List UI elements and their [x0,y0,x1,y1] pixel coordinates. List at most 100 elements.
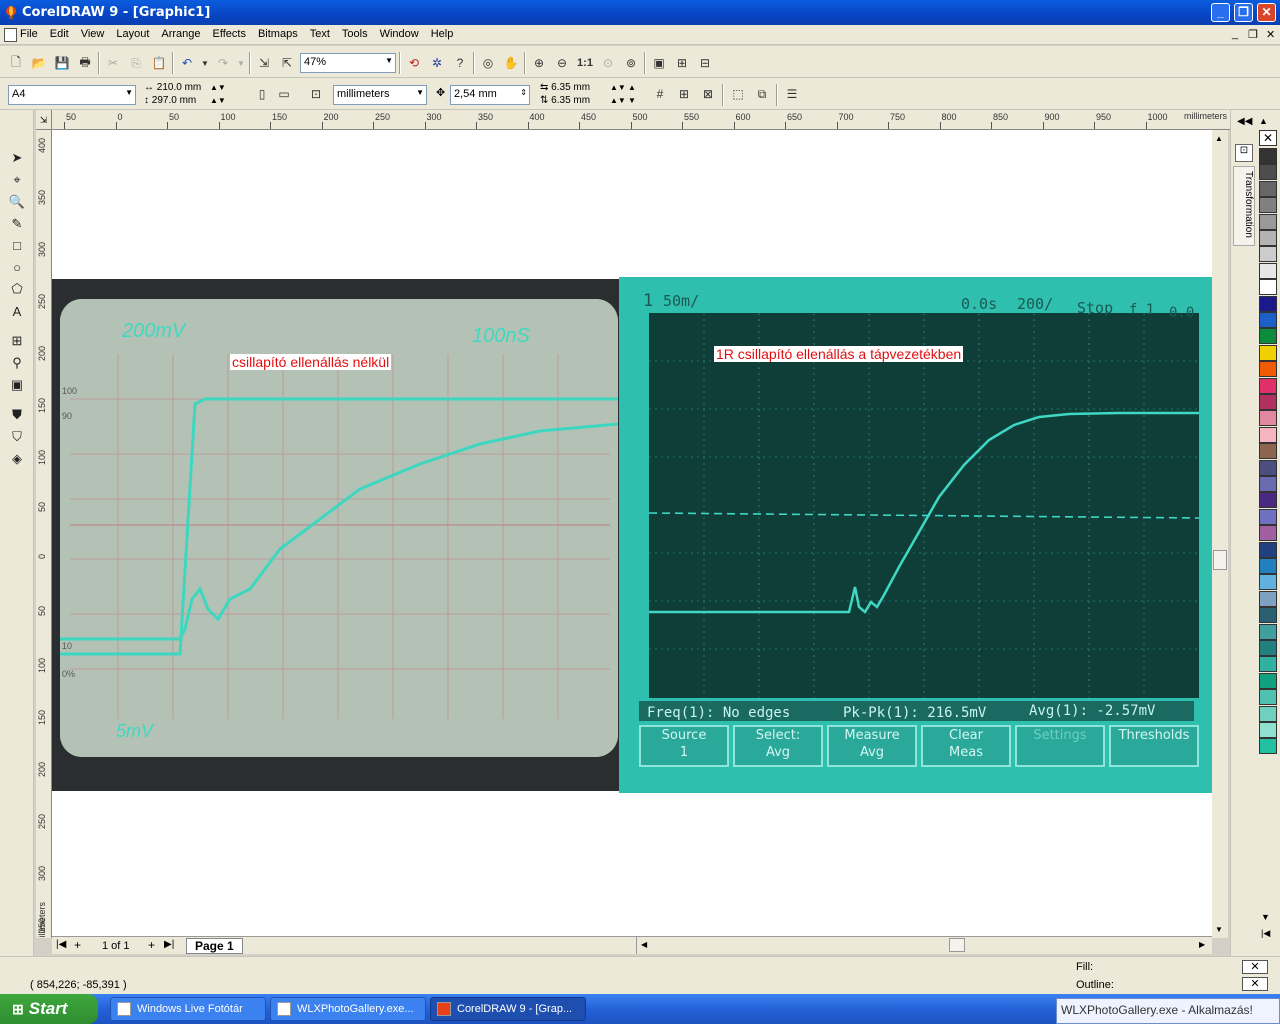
menu-arrange[interactable]: Arrange [161,28,200,40]
rectangle-tool-icon[interactable]: □ [6,235,28,255]
color-swatch[interactable] [1259,295,1277,312]
color-swatch[interactable] [1259,623,1277,640]
dup-x-field[interactable]: 6.35 mm [551,82,590,93]
task-wlx-exe[interactable]: WLXPhotoGallery.exe... [270,997,426,1021]
corel-app-launcher-icon[interactable]: ⟲ [404,53,424,73]
palette-expand-icon[interactable]: |◀ [1261,928,1270,939]
dup-spinners[interactable]: ▲▼ ▲ ▲▼ ▼ [610,81,636,107]
eyedropper-tool-icon[interactable]: ⚲ [6,353,28,373]
whats-this-icon[interactable]: ? [450,53,470,73]
wireframe-icon[interactable]: ◎ [478,53,498,73]
color-swatch[interactable] [1259,213,1277,230]
print-icon[interactable]: 🖶 [75,53,95,73]
edit-across-layers-icon[interactable]: ⧉ [752,84,772,104]
close-button[interactable]: ✕ [1257,3,1276,22]
scroll-down-icon[interactable]: ▼ [1215,925,1223,934]
color-swatch[interactable] [1259,312,1277,328]
last-page-icon[interactable]: ▶| [164,939,174,950]
horizontal-ruler[interactable]: 50 0 50 100 150 200 250 300 350 400 450 500 550 600 65… [36,110,1230,130]
color-swatch[interactable] [1259,738,1277,755]
zoom-selected-icon[interactable]: ⊙ [598,53,618,73]
zoom-tool-icon[interactable]: 🔍 [6,192,28,212]
transformation-tab[interactable]: Transformation [1233,166,1255,246]
paper-width-field[interactable]: 210.0 mm [157,82,201,93]
facing-pages-icon[interactable]: ⊡ [306,84,326,104]
color-swatch[interactable] [1259,590,1277,607]
menu-effects[interactable]: Effects [213,28,246,40]
zoom-out-icon[interactable]: ⊖ [552,53,572,73]
snap-objects-icon[interactable]: ⊠ [698,84,718,104]
color-swatch[interactable] [1259,656,1277,673]
paper-size-combo[interactable]: A4 ▼ [8,85,136,105]
softkey-source[interactable]: Source 1 [639,725,729,767]
treat-as-filled-icon[interactable]: ⬚ [728,84,748,104]
menu-tools[interactable]: Tools [342,28,368,40]
collapse-docker-icon[interactable]: ◀◀ [1237,116,1252,127]
first-page-icon[interactable]: |◀ [56,939,66,950]
redo-dropdown-icon[interactable]: ▼ [236,53,246,73]
caption-right[interactable]: 1R csillapító ellenállás a tápvezetékben [714,346,964,362]
undo-icon[interactable]: ↶ [177,53,197,73]
scroll-up-icon[interactable]: ▲ [1215,134,1223,143]
freehand-tool-icon[interactable]: ✎ [6,214,28,234]
ruler-origin-icon[interactable]: ⇲ [36,110,52,130]
color-swatch[interactable] [1259,640,1277,656]
color-swatch[interactable] [1259,722,1277,738]
color-swatch[interactable] [1259,459,1277,476]
add-page-after-icon[interactable]: + [148,938,155,952]
nudge-field[interactable]: 2,54 mm ⇕ [450,85,530,105]
softkey-thresholds[interactable]: Thresholds [1109,725,1199,767]
zoom-height-icon[interactable]: ⊟ [695,53,715,73]
color-swatch[interactable] [1259,148,1277,164]
zoom-combo[interactable]: 47% ▼ [300,53,396,73]
dup-y-field[interactable]: 6.35 mm [551,95,590,106]
interactive-transparency-tool-icon[interactable]: ◈ [6,449,28,469]
color-swatch[interactable] [1259,197,1277,214]
save-icon[interactable]: 💾 [52,53,72,73]
softkey-select[interactable]: Select: Avg [733,725,823,767]
fill-tool-icon[interactable]: ⛊ [6,405,28,425]
zoom-all-icon[interactable]: ⊚ [621,53,641,73]
maximize-button[interactable]: ❐ [1234,3,1253,22]
color-swatch[interactable] [1259,705,1277,722]
color-swatch[interactable] [1259,328,1277,345]
color-swatch[interactable] [1259,492,1277,509]
horizontal-scrollbar[interactable]: ◀ ▶ [636,937,1212,954]
add-page-before-icon[interactable]: + [74,938,81,952]
pick-tool-icon[interactable]: ➤ [6,148,28,168]
document-icon[interactable] [4,28,17,42]
menu-bitmaps[interactable]: Bitmaps [258,28,298,40]
color-swatch[interactable] [1259,525,1277,542]
menu-text[interactable]: Text [310,28,330,40]
notification-balloon[interactable]: WLXPhotoGallery.exe - Alkalmazás! [1056,998,1280,1024]
vertical-scroll-thumb[interactable] [1213,550,1227,570]
hand-pan-icon[interactable]: ✋ [501,53,521,73]
redo-icon[interactable]: ↷ [213,53,233,73]
interactive-blend-tool-icon[interactable]: ⊞ [6,331,28,351]
color-swatch[interactable] [1259,574,1277,591]
task-coreldraw[interactable]: CorelDRAW 9 - [Grap... [430,997,586,1021]
export-icon[interactable]: ⇱ [277,53,297,73]
options-icon[interactable]: ☰ [782,84,802,104]
color-swatch[interactable] [1259,672,1277,689]
menu-window[interactable]: Window [380,28,419,40]
snap-grid-icon[interactable]: # [650,84,670,104]
caption-left[interactable]: csillapító ellenállás nélkül [230,354,392,370]
doc-minimize-icon[interactable]: _ [1232,28,1238,40]
color-swatch[interactable] [1259,558,1277,574]
dimension-spinners[interactable]: ▲▼ ▲▼ [210,81,226,107]
color-swatch[interactable] [1259,541,1277,558]
vertical-scrollbar[interactable]: ▲ ▼ [1212,130,1228,938]
actual-size-icon[interactable]: 1:1 [575,53,595,73]
vertical-ruler[interactable]: 400 350 300 250 200 150 100 50 0 50 100 150 200 250 30… [36,130,52,938]
color-swatch[interactable] [1259,607,1277,624]
polygon-tool-icon[interactable]: ⬠ [6,279,28,299]
menu-help[interactable]: Help [431,28,454,40]
scroll-left-icon[interactable]: ◀ [641,940,647,949]
snap-guidelines-icon[interactable]: ⊞ [674,84,694,104]
color-swatch[interactable] [1259,689,1277,706]
landscape-icon[interactable]: ▭ [274,84,294,104]
outline-tool-icon[interactable]: ▣ [6,375,28,395]
color-swatch[interactable] [1259,508,1277,525]
horizontal-scroll-thumb[interactable] [949,938,965,952]
